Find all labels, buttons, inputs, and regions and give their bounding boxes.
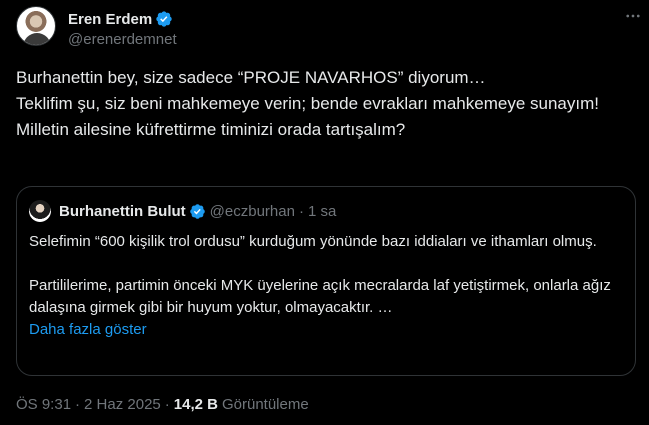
- quoted-display-name[interactable]: Burhanettin Bulut: [59, 203, 186, 220]
- tweet[interactable]: Eren Erdem @erenerdemnet Burhanettin bey…: [0, 0, 649, 425]
- tweet-meta: ÖS 9:31 · 2 Haz 2025 · 14,2 B Görüntülem…: [16, 396, 309, 413]
- more-horizontal-icon: [626, 14, 640, 18]
- views-label: Görüntüleme: [221, 396, 309, 413]
- verified-badge-icon[interactable]: [189, 203, 206, 220]
- more-options-button[interactable]: [623, 6, 643, 26]
- tweet-header: Eren Erdem @erenerdemnet: [16, 6, 637, 52]
- quoted-time[interactable]: 1 sa: [308, 203, 336, 220]
- meta-separator: ·: [164, 396, 170, 413]
- quoted-tweet-header: Burhanettin Bulut @eczburhan · 1 sa: [29, 199, 623, 223]
- tweet-time[interactable]: ÖS 9:31: [16, 396, 71, 413]
- author-display-name[interactable]: Eren Erdem: [68, 11, 152, 28]
- tweet-text: Burhanettin bey, size sadece “PROJE NAVA…: [16, 68, 599, 139]
- tweet-date[interactable]: 2 Haz 2025: [84, 396, 161, 413]
- meta-separator: ·: [75, 396, 81, 413]
- author-names: Eren Erdem @erenerdemnet: [68, 6, 177, 52]
- show-more-link[interactable]: Daha fazla göster: [29, 319, 623, 341]
- author-name-row: Eren Erdem: [68, 10, 177, 28]
- views-count[interactable]: 14,2 B: [174, 396, 218, 413]
- quoted-text: Selefimin “600 kişilik trol ordusu” kurd…: [29, 233, 611, 316]
- quoted-separator: ·: [298, 202, 304, 220]
- avatar[interactable]: [16, 6, 56, 46]
- verified-badge-icon[interactable]: [155, 10, 173, 28]
- author-handle[interactable]: @erenerdemnet: [68, 31, 177, 48]
- quoted-handle[interactable]: @eczburhan: [210, 203, 295, 220]
- quoted-avatar[interactable]: [29, 200, 51, 222]
- quoted-tweet[interactable]: Burhanettin Bulut @eczburhan · 1 sa Sele…: [16, 186, 636, 376]
